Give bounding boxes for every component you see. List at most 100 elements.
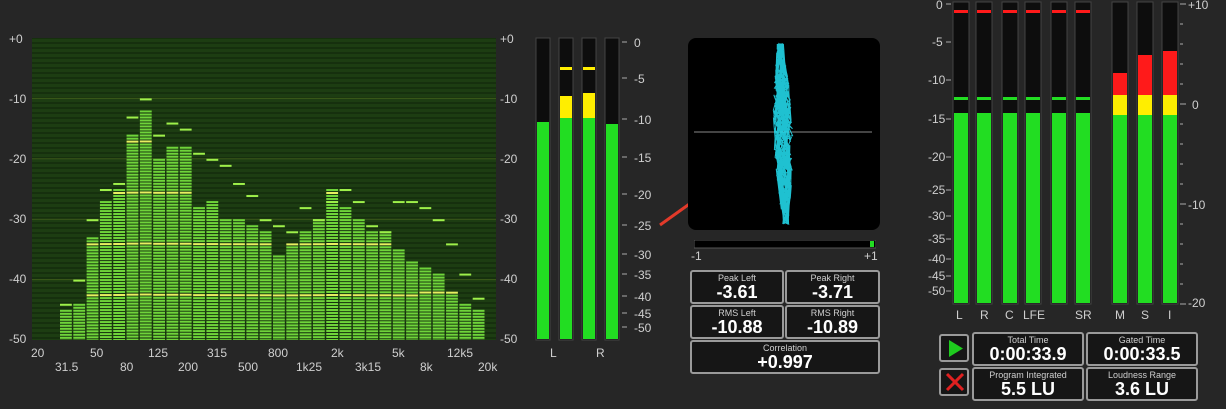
channel-label-r: R bbox=[980, 308, 989, 322]
gated-time-display: Gated Time 0:00:33.5 bbox=[1086, 332, 1198, 366]
spectrum-band bbox=[219, 219, 232, 340]
spectrum-peak-hold bbox=[206, 158, 219, 161]
spectrum-band bbox=[472, 309, 485, 340]
spectrum-band bbox=[86, 237, 99, 340]
spectrum-peak-hold bbox=[113, 182, 126, 185]
peak-left-display: Peak Left -3.61 bbox=[690, 270, 784, 304]
channel-label-l: L bbox=[956, 308, 963, 322]
loudness-lu-tick: 0 bbox=[1192, 98, 1199, 112]
spectrum-peak-hold bbox=[86, 219, 99, 222]
channel-label-lfe: LFE bbox=[1023, 308, 1046, 322]
loudness-lu-tick: +10 bbox=[1188, 0, 1209, 12]
total-time-display: Total Time 0:00:33.9 bbox=[972, 332, 1084, 366]
reset-button[interactable] bbox=[939, 368, 969, 396]
meter-scale-tick: -25 bbox=[634, 219, 652, 233]
spectrum-band bbox=[352, 219, 365, 340]
meter-bar-l-rms bbox=[558, 37, 574, 341]
spectrum-x-tick: 20 bbox=[31, 346, 45, 360]
loudness-bar-l bbox=[952, 1, 970, 305]
spectrum-band bbox=[60, 309, 72, 340]
spectrum-peak-hold bbox=[472, 297, 485, 300]
meter-bar-r-rms bbox=[604, 37, 620, 341]
close-icon bbox=[945, 372, 965, 392]
correlation-bar bbox=[694, 240, 876, 249]
spectrum-band bbox=[153, 158, 165, 340]
spectrum-y-tick: -50 bbox=[9, 332, 27, 346]
spectrum-peak-hold bbox=[73, 279, 86, 282]
meter-scale-tick: -15 bbox=[634, 151, 652, 165]
loudness-bar-s bbox=[1136, 1, 1154, 305]
loudness-bar-c bbox=[1001, 1, 1019, 305]
phase-scope-panel: -1 +1 Peak Left -3.61 Peak Right -3.71 R… bbox=[688, 38, 880, 378]
loudness-range-value: 3.6 LU bbox=[1114, 379, 1170, 399]
spectrum-peak-hold bbox=[392, 201, 405, 204]
channel-label-s: S bbox=[1141, 308, 1150, 322]
meter-scale-tick: -45 bbox=[634, 307, 652, 321]
spectrum-x-tick: 125 bbox=[148, 346, 169, 360]
spectrum-peak-hold bbox=[179, 128, 192, 131]
meter-scale-tick: -30 bbox=[500, 212, 518, 226]
spectrum-peak-hold bbox=[312, 219, 325, 222]
rms-left-display: RMS Left -10.88 bbox=[690, 305, 784, 339]
spectrum-peak-hold bbox=[446, 243, 458, 246]
spectrum-y-tick: -40 bbox=[9, 272, 27, 286]
spectrum-x-tick: 50 bbox=[90, 346, 104, 360]
spectrum-peak-hold bbox=[126, 116, 139, 119]
spectrum-peak-hold bbox=[193, 152, 205, 155]
correlation-axis-right: +1 bbox=[864, 249, 878, 263]
spectrum-x-tick: 200 bbox=[178, 360, 199, 374]
meter-channel-label-l: L bbox=[550, 346, 557, 360]
spectrum-peak-hold bbox=[246, 195, 259, 198]
meter-scale-tick: -30 bbox=[634, 248, 652, 262]
loudness-bar-ls bbox=[1050, 1, 1068, 305]
spectrum-band bbox=[139, 110, 152, 340]
correlation-display: Correlation +0.997 bbox=[690, 340, 880, 374]
meter-scale-tick: -35 bbox=[634, 268, 652, 282]
rms-right-display: RMS Right -10.89 bbox=[785, 305, 880, 339]
play-icon bbox=[949, 340, 963, 357]
spectrum-band bbox=[419, 267, 432, 340]
spectrum-peak-hold bbox=[432, 219, 445, 222]
rms-left-value: -10.88 bbox=[711, 317, 763, 337]
spectrum-band bbox=[312, 219, 325, 340]
channel-label-i: I bbox=[1168, 308, 1172, 322]
play-button[interactable] bbox=[939, 334, 969, 362]
spectrum-x-tick: 8k bbox=[420, 360, 433, 374]
meter-scale-tick: -10 bbox=[634, 113, 652, 127]
spectrum-peak-hold bbox=[153, 134, 165, 137]
spectrum-peak-hold bbox=[99, 189, 112, 191]
meter-bar-l-peak bbox=[535, 37, 551, 341]
rms-right-value: -10.89 bbox=[806, 317, 859, 337]
loudness-bars bbox=[946, 1, 1186, 305]
channel-label-m: M bbox=[1115, 308, 1125, 322]
program-integrated-value: 5.5 LU bbox=[1000, 379, 1056, 399]
total-time-value: 0:00:33.9 bbox=[989, 344, 1067, 364]
meter-scale-tick: 0 bbox=[634, 36, 641, 50]
meter-scale-tick: -50 bbox=[500, 332, 518, 346]
meter-scale-tick: -40 bbox=[634, 290, 652, 304]
spectrum-y-tick: +0 bbox=[9, 32, 23, 46]
spectrum-peak-hold bbox=[286, 231, 299, 234]
peak-left-value: -3.61 bbox=[716, 282, 758, 302]
spectrum-band bbox=[233, 219, 245, 340]
spectrum-analyzer: +0 -10 -20 -30 -40 -50 20 50 125 315 800… bbox=[0, 0, 530, 409]
level-meter: 0 -5 -10 -15 -20 -25 -30 -35 -40 -45 -50… bbox=[530, 0, 660, 409]
loudness-meter: 0 -5 -10 -15 -20 -25 -30 -35 -40 -45 -50 bbox=[922, 0, 1226, 409]
spectrum-band bbox=[126, 134, 139, 340]
spectrum-x-tick: 3k15 bbox=[355, 360, 382, 374]
phase-scope-display bbox=[688, 38, 880, 230]
spectrum-peak-hold bbox=[352, 201, 365, 204]
spectrum-x-tick: 1k25 bbox=[296, 360, 323, 374]
loudness-bar-sr bbox=[1074, 1, 1092, 305]
spectrum-x-tick: 20k bbox=[478, 360, 498, 374]
spectrum-x-tick: 12k5 bbox=[447, 346, 474, 360]
spectrum-x-tick: 80 bbox=[120, 360, 134, 374]
spectrum-peak-hold bbox=[339, 189, 352, 191]
meter-scale-tick: -40 bbox=[500, 272, 518, 286]
loudness-lu-tick: -20 bbox=[1188, 296, 1206, 310]
spectrum-peak-hold bbox=[259, 219, 272, 222]
spectrum-y-tick: -20 bbox=[9, 152, 27, 166]
spectrum-y-tick: -10 bbox=[9, 92, 27, 106]
spectrum-x-tick: 5k bbox=[392, 346, 405, 360]
meter-bar-r-peak bbox=[581, 37, 597, 341]
